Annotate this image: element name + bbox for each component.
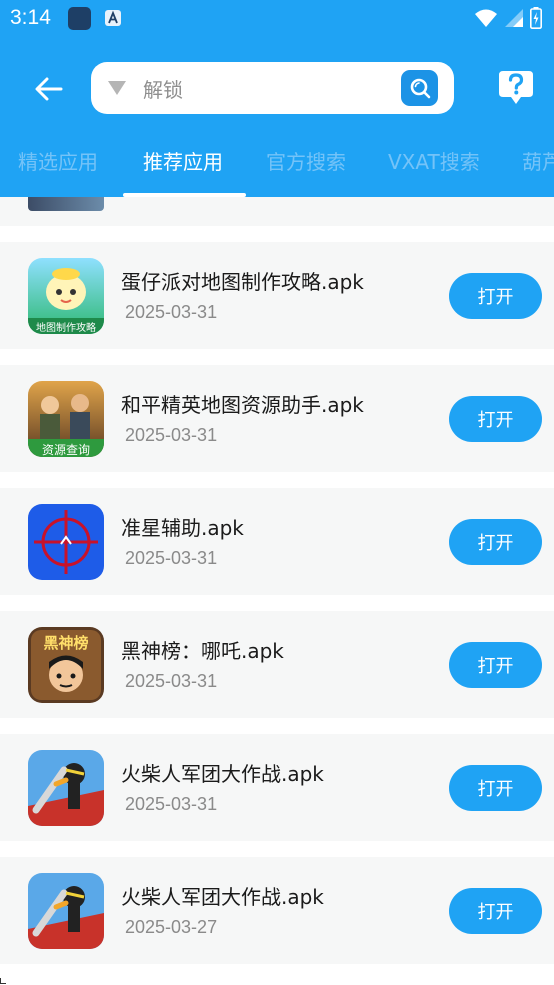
list-item[interactable]: 准星辅助.apk 2025-03-31 打开 xyxy=(0,488,554,595)
app-date: 2025-03-31 xyxy=(125,671,218,691)
open-button[interactable]: 打开 xyxy=(449,519,542,565)
icon-caption: 资源查询 xyxy=(41,443,90,457)
app-date: 2025-03-31 xyxy=(125,794,218,814)
battery-icon xyxy=(530,7,542,29)
icon-caption: 黑神榜 xyxy=(43,634,89,652)
app-date: 2025-03-27 xyxy=(125,917,218,937)
list-item[interactable]: 地图制作攻略 蛋仔派对地图制作攻略.apk 2025-03-31 打开 xyxy=(0,242,554,349)
partial-app-icon xyxy=(28,197,104,211)
stickman-legion-icon xyxy=(28,873,104,949)
wifi-icon xyxy=(475,9,497,27)
app-name: 和平精英地图资源助手.apk xyxy=(121,393,364,417)
tab-vxat-search[interactable]: VXAT搜索 xyxy=(388,146,480,175)
list-item[interactable]: 黑神榜 黑神榜：哪吒.apk 2025-03-31 打开 xyxy=(0,611,554,718)
status-bar: 3:14 xyxy=(0,0,554,38)
app-name: 黑神榜：哪吒.apk xyxy=(121,639,284,663)
app-name: 蛋仔派对地图制作攻略.apk xyxy=(121,270,364,294)
open-button[interactable]: 打开 xyxy=(449,642,542,688)
open-button[interactable]: 打开 xyxy=(449,765,542,811)
tab-featured[interactable]: 精选应用 xyxy=(18,146,98,175)
app-name: 火柴人军团大作战.apk xyxy=(121,885,324,909)
app-date: 2025-03-31 xyxy=(125,302,218,322)
crosshair-icon xyxy=(28,504,104,580)
list-item[interactable]: 火柴人军团大作战.apk 2025-03-27 打开 xyxy=(0,857,554,964)
search-icon xyxy=(410,78,430,99)
app-name: 准星辅助.apk xyxy=(121,516,244,540)
system-icons xyxy=(474,6,542,30)
open-button[interactable]: 打开 xyxy=(449,273,542,319)
search-button[interactable] xyxy=(401,70,438,106)
app-date: 2025-03-31 xyxy=(125,548,218,568)
tab-hulu[interactable]: 葫芦 xyxy=(522,146,554,175)
corner-mark xyxy=(0,978,6,984)
eggy-party-map-icon: 地图制作攻略 xyxy=(28,258,104,334)
top-app-bar: 3:14 解锁 精选应用 推荐应用 官方搜索 VXAT搜索 葫芦 xyxy=(0,0,554,197)
list-item[interactable]: 资源查询 和平精英地图资源助手.apk 2025-03-31 打开 xyxy=(0,365,554,472)
tab-official-search[interactable]: 官方搜索 xyxy=(266,146,346,175)
icon-caption: 地图制作攻略 xyxy=(36,323,96,334)
open-button[interactable]: 打开 xyxy=(449,888,542,934)
list-item[interactable]: 火柴人军团大作战.apk 2025-03-31 打开 xyxy=(0,734,554,841)
back-arrow-icon[interactable] xyxy=(30,70,68,108)
signal-icon xyxy=(505,9,523,27)
category-tabs: 精选应用 推荐应用 官方搜索 VXAT搜索 葫芦 xyxy=(0,140,554,197)
font-notification-icon xyxy=(105,10,121,26)
app-date: 2025-03-31 xyxy=(125,425,218,445)
search-box[interactable]: 解锁 xyxy=(91,62,454,114)
black-myth-nezha-icon: 黑神榜 xyxy=(28,627,104,703)
dropdown-triangle-icon[interactable] xyxy=(107,80,127,96)
partial-list-item xyxy=(0,197,554,226)
help-icon[interactable] xyxy=(496,68,536,108)
stickman-legion-icon xyxy=(28,750,104,826)
open-button[interactable]: 打开 xyxy=(449,396,542,442)
app-name: 火柴人军团大作战.apk xyxy=(121,762,324,786)
peace-elite-icon: 资源查询 xyxy=(28,381,104,457)
search-input[interactable]: 解锁 xyxy=(143,74,183,103)
app-notification-icon xyxy=(68,7,91,30)
tab-recommended[interactable]: 推荐应用 xyxy=(143,146,223,175)
status-time: 3:14 xyxy=(10,6,51,29)
